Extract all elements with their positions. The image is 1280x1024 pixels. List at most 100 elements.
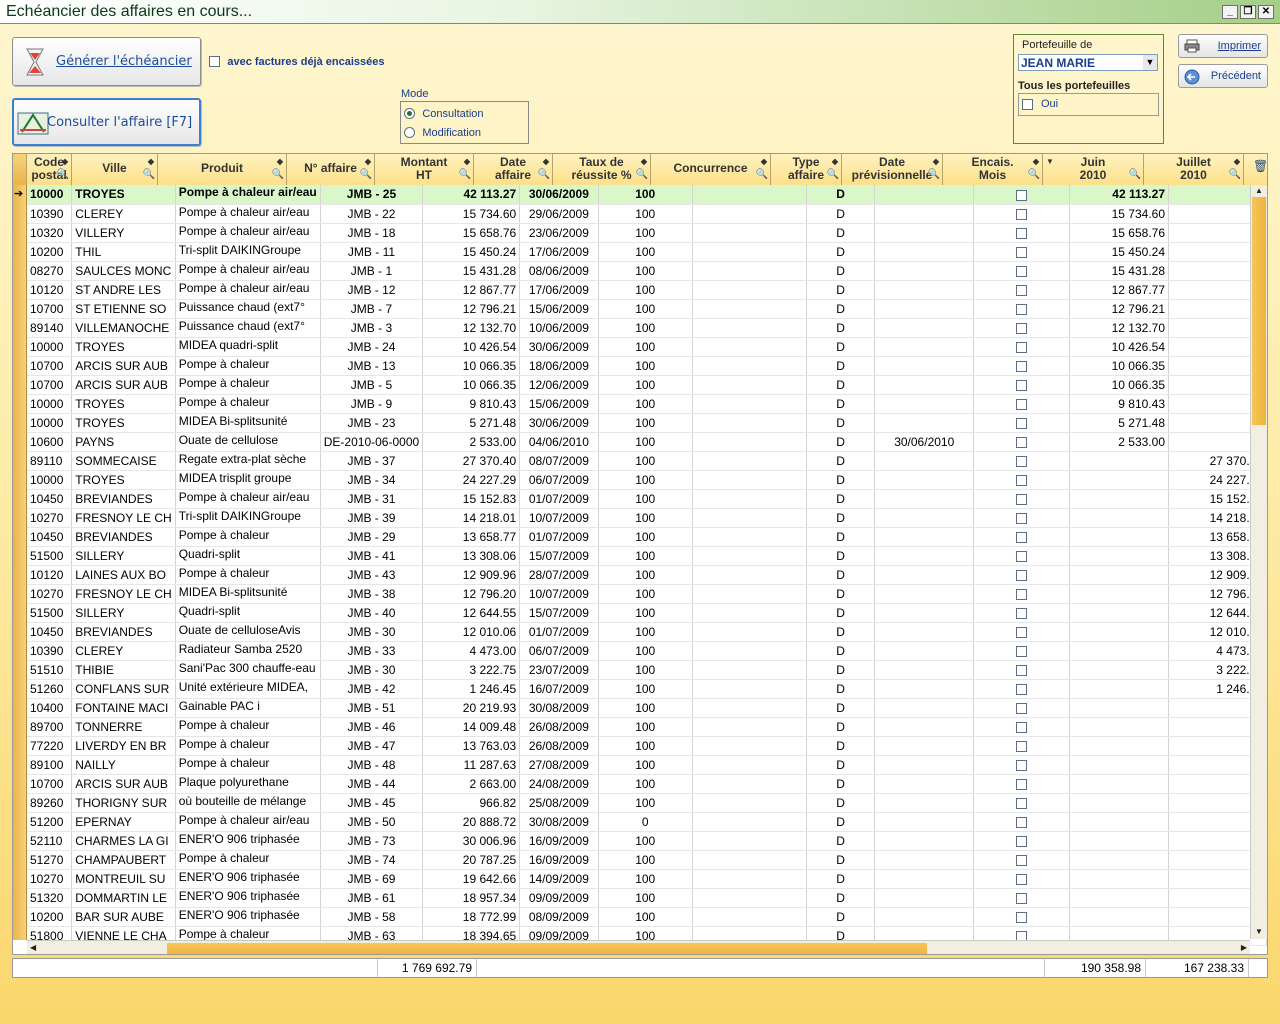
cell-cash-month[interactable]: [973, 356, 1071, 376]
cash-month-checkbox[interactable]: [1016, 683, 1028, 695]
sort-arrow-icon[interactable]: ◆: [365, 155, 371, 168]
cash-month-checkbox[interactable]: [1016, 892, 1028, 904]
print-button[interactable]: Imprimer: [1178, 34, 1268, 58]
cash-month-checkbox[interactable]: [1016, 835, 1028, 847]
table-row[interactable]: 10000 TROYES Pompe à chaleur JMB - 99 810.4…: [27, 394, 1267, 414]
close-button[interactable]: ✕: [1258, 5, 1274, 19]
cash-month-checkbox[interactable]: [1016, 322, 1028, 334]
cash-month-checkbox[interactable]: [1016, 246, 1028, 258]
table-row[interactable]: 10390 CLEREY Pompe à chaleur air/eau JMB - …: [27, 204, 1267, 224]
magnifier-icon[interactable]: 🔍: [636, 168, 648, 181]
cell-cash-month[interactable]: [973, 565, 1071, 585]
cash-month-checkbox[interactable]: [1016, 379, 1028, 391]
include-paid-checkbox[interactable]: [209, 56, 220, 68]
scroll-left-icon[interactable]: ◀: [30, 943, 36, 952]
cash-month-checkbox[interactable]: [1016, 493, 1028, 505]
cell-cash-month[interactable]: [973, 527, 1071, 547]
sort-arrow-icon[interactable]: ◆: [277, 155, 283, 168]
include-paid-option[interactable]: avec factures déjà encaissées: [209, 54, 385, 68]
scroll-right-icon[interactable]: ▶: [1241, 943, 1247, 952]
cell-cash-month[interactable]: [973, 394, 1071, 414]
table-row[interactable]: 51260 CONFLANS SUR Unité extérieure MIDEA,…: [27, 679, 1267, 699]
column-header-forecast-date[interactable]: Date prévisionnelle ◆ 🔍: [842, 154, 943, 185]
scroll-up-icon[interactable]: ▲: [1255, 186, 1263, 195]
magnifier-icon[interactable]: 🔍: [1028, 168, 1040, 181]
chevron-down-icon[interactable]: ▼: [1143, 55, 1157, 70]
cell-cash-month[interactable]: [973, 888, 1071, 908]
mode-consultation-radio[interactable]: [404, 108, 415, 120]
column-header-deal-date[interactable]: Date affaire ◆ 🔍: [474, 154, 553, 185]
cell-cash-month[interactable]: [973, 337, 1071, 357]
sort-arrow-icon[interactable]: ◆: [1033, 155, 1039, 168]
table-row[interactable]: 51270 CHAMPAUBERT Pompe à chaleur JMB - 74 2…: [27, 850, 1267, 870]
cell-cash-month[interactable]: [973, 280, 1071, 300]
cell-cash-month[interactable]: [973, 907, 1071, 927]
table-row[interactable]: 10450 BREVIANDES Ouate de celluloseAvis JMB…: [27, 622, 1267, 642]
cash-month-checkbox[interactable]: [1016, 512, 1028, 524]
cell-cash-month[interactable]: [973, 869, 1071, 889]
column-header-july-2010[interactable]: Juillet 2010 ◆ 🔍: [1144, 154, 1244, 185]
column-header-competition[interactable]: Concurrence ◆ 🔍: [651, 154, 771, 185]
table-row[interactable]: 89100 NAILLY Pompe à chaleur JMB - 48 11 287…: [27, 755, 1267, 775]
table-row[interactable]: 10200 THIL Tri-split DAIKINGroupe JMB - 11 1…: [27, 242, 1267, 262]
cell-cash-month[interactable]: [973, 660, 1071, 680]
cell-cash-month[interactable]: [973, 622, 1071, 642]
sort-arrow-icon[interactable]: ◆: [543, 155, 549, 168]
generate-schedule-button[interactable]: Générer l'échéancier: [12, 37, 201, 86]
cell-cash-month[interactable]: [973, 261, 1071, 281]
cash-month-checkbox[interactable]: [1016, 208, 1028, 220]
cash-month-checkbox[interactable]: [1016, 265, 1028, 277]
column-header-product[interactable]: Produit ◆ 🔍: [158, 154, 287, 185]
table-row[interactable]: 51320 DOMMARTIN LE ENER'O 906 triphasée JMB…: [27, 888, 1267, 908]
horizontal-scrollbar[interactable]: ◀ ▶: [27, 940, 1250, 954]
cash-month-checkbox[interactable]: [1016, 189, 1028, 201]
sort-arrow-icon[interactable]: ◆: [62, 155, 68, 168]
cash-month-checkbox[interactable]: [1016, 227, 1028, 239]
cash-month-checkbox[interactable]: [1016, 398, 1028, 410]
magnifier-icon[interactable]: 🔍: [756, 168, 768, 181]
trash-icon[interactable]: 🗑: [1253, 159, 1267, 173]
cell-cash-month[interactable]: [973, 470, 1071, 490]
column-header-cash-month[interactable]: Encais. Mois ◆ 🔍: [943, 154, 1043, 185]
table-row[interactable]: 10000 TROYES Pompe à chaleur air/eau JMB - …: [27, 185, 1267, 205]
horizontal-scroll-thumb[interactable]: [167, 943, 927, 954]
cell-cash-month[interactable]: [973, 641, 1071, 661]
cash-month-checkbox[interactable]: [1016, 303, 1028, 315]
cash-month-checkbox[interactable]: [1016, 721, 1028, 733]
cell-cash-month[interactable]: [973, 318, 1071, 338]
cell-cash-month[interactable]: [973, 413, 1071, 433]
table-row[interactable]: 89140 VILLEMANOCHE Puissance chaud (ext7° J…: [27, 318, 1267, 338]
table-row[interactable]: 10120 LAINES AUX BO Pompe à chaleur JMB - 4…: [27, 565, 1267, 585]
cash-month-checkbox[interactable]: [1016, 360, 1028, 372]
cash-month-checkbox[interactable]: [1016, 873, 1028, 885]
column-header-deal-type[interactable]: Type affaire ◆ 🔍: [771, 154, 842, 185]
column-header-postal-code[interactable]: Code postal ◆ 🔍: [27, 154, 72, 185]
minimize-button[interactable]: _: [1222, 5, 1238, 19]
column-header-city[interactable]: Ville ◆ 🔍: [72, 154, 158, 185]
cell-cash-month[interactable]: [973, 223, 1071, 243]
table-row[interactable]: 52110 CHARMES LA GI ENER'O 906 triphasée JM…: [27, 831, 1267, 851]
magnifier-icon[interactable]: 🔍: [827, 168, 839, 181]
table-row[interactable]: 10000 TROYES MIDEA trisplit groupe JMB - 34…: [27, 470, 1267, 490]
consult-deal-button[interactable]: Consulter l'affaire [F7]: [12, 98, 201, 146]
magnifier-icon[interactable]: 🔍: [1129, 168, 1141, 181]
cash-month-checkbox[interactable]: [1016, 664, 1028, 676]
table-row[interactable]: 10000 TROYES MIDEA quadri-split JMB - 24 10 …: [27, 337, 1267, 357]
magnifier-icon[interactable]: 🔍: [360, 168, 372, 181]
magnifier-icon[interactable]: 🔍: [57, 168, 69, 181]
table-row[interactable]: 10450 BREVIANDES Pompe à chaleur JMB - 29 13…: [27, 527, 1267, 547]
sort-arrow-icon[interactable]: ◆: [148, 155, 154, 168]
column-header-amount-ht[interactable]: Montant HT ◆ 🔍: [375, 154, 474, 185]
table-row[interactable]: 10390 CLEREY Radiateur Samba 2520 JMB - 33 4…: [27, 641, 1267, 661]
cash-month-checkbox[interactable]: [1016, 341, 1028, 353]
magnifier-icon[interactable]: 🔍: [459, 168, 471, 181]
cash-month-checkbox[interactable]: [1016, 607, 1028, 619]
cell-cash-month[interactable]: [973, 850, 1071, 870]
cash-month-checkbox[interactable]: [1016, 797, 1028, 809]
table-row[interactable]: 10700 ST ETIENNE SO Puissance chaud (ext7°…: [27, 299, 1267, 319]
table-row[interactable]: 51500 SILLERY Quadri-split JMB - 41 13 308.0…: [27, 546, 1267, 566]
mode-modification-option[interactable]: Modification: [404, 125, 481, 139]
cash-month-checkbox[interactable]: [1016, 778, 1028, 790]
column-header-deal-number[interactable]: N° affaire ◆ 🔍: [287, 154, 375, 185]
table-row[interactable]: 10200 BAR SUR AUBE ENER'O 906 triphasée JMB…: [27, 907, 1267, 927]
